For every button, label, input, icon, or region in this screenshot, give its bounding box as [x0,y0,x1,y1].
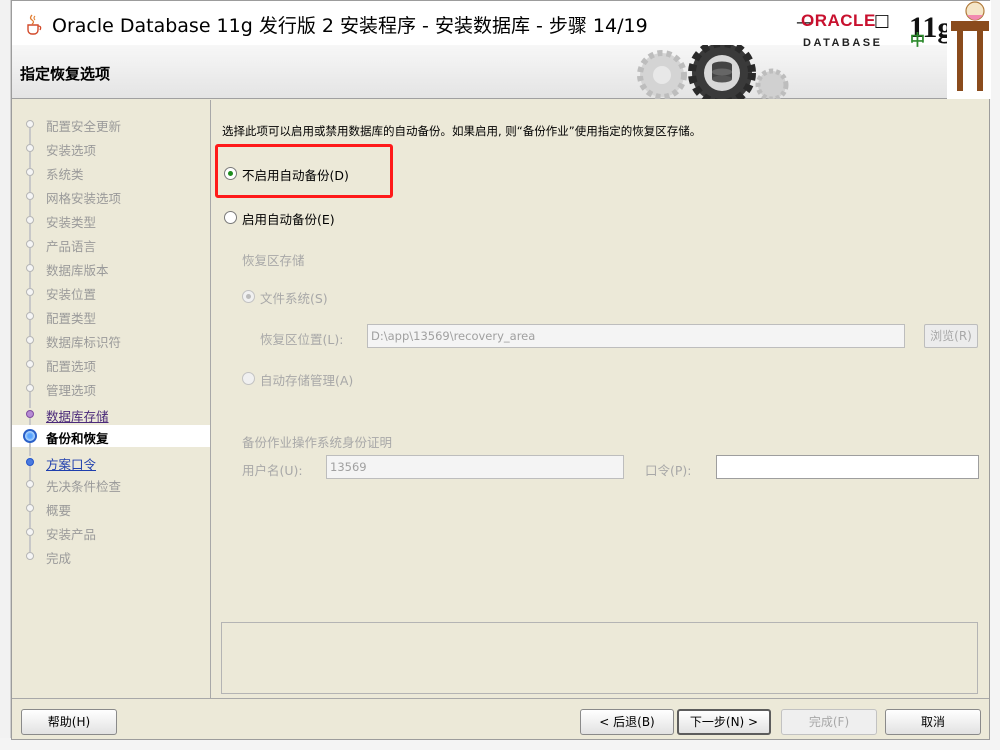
recovery-storage-heading: 恢复区存储 [242,253,305,268]
step-item[interactable]: 配置安全更新 [12,113,210,144]
back-button[interactable]: < 后退(B) [580,709,674,735]
step-dot-icon [26,120,34,128]
step-label: 安装类型 [46,215,97,230]
step-dot-icon [26,410,34,418]
step-dot-icon [26,216,34,224]
password-input[interactable] [716,455,979,479]
step-dot-icon [26,480,34,488]
step-label: 数据库标识符 [46,335,122,350]
step-item[interactable]: 管理选项 [12,377,210,408]
disable-backup-label[interactable]: 不启用自动备份(D) [242,165,349,184]
ime-indicator: 中 [910,31,926,49]
message-area [221,622,978,694]
step-label: 数据库版本 [46,263,109,278]
step-label: 方案口令 [46,457,97,472]
step-item-backup-recovery[interactable]: 备份和恢复 [12,425,210,456]
step-dot-icon [26,288,34,296]
header-banner: 指定恢复选项 [12,45,989,99]
step-item-database-storage[interactable]: 数据库存储 [12,403,210,434]
step-item[interactable]: 配置选项 [12,353,210,384]
step-item[interactable]: 安装位置 [12,281,210,312]
step-dot-icon [26,240,34,248]
file-system-label: 文件系统(S) [260,291,328,306]
step-dot-icon [26,528,34,536]
step-navigator: 配置安全更新 安装选项 系统类 网格安装选项 安装类型 产品语言 数据库版本 安… [12,100,211,698]
step-label: 概要 [46,503,72,518]
step-label: 管理选项 [46,383,97,398]
step-dot-icon [26,458,34,466]
step-dot-icon [26,312,34,320]
step-label: 配置选项 [46,359,97,374]
step-label: 备份和恢复 [46,431,109,446]
credentials-heading: 备份作业操作系统身份证明 [242,435,393,450]
step-label: 配置安全更新 [46,119,122,134]
step-item: 先决条件检查 [12,473,210,504]
next-button[interactable]: 下一步(N) > [677,709,771,735]
step-item[interactable]: 安装类型 [12,209,210,240]
step-item[interactable]: 网格安装选项 [12,185,210,216]
step-label: 安装位置 [46,287,97,302]
step-dot-icon [26,192,34,200]
step-dot-icon [26,264,34,272]
step-label: 产品语言 [46,239,97,254]
username-input[interactable]: 13569 [326,455,624,479]
current-step-icon [23,429,37,443]
step-dot-icon [26,360,34,368]
installer-window: Oracle Database 11g 发行版 2 安装程序 - 安装数据库 -… [11,0,991,740]
asm-label: 自动存储管理(A) [260,373,354,388]
oracle-logo: ORACLE DATABASE [801,11,911,51]
step-item: 概要 [12,497,210,528]
step-label: 系统类 [46,167,84,182]
step-label: 配置类型 [46,311,97,326]
step-item: 完成 [12,545,210,567]
step-label: 安装选项 [46,143,97,158]
java-cup-icon [27,14,42,35]
step-dot-icon [26,168,34,176]
recovery-location-input[interactable]: D:\app\13569\recovery_area [367,324,905,348]
asm-radio[interactable] [242,372,255,385]
step-label: 网格安装选项 [46,191,122,206]
cartoon-sticker-icon [947,1,991,99]
help-button[interactable]: 帮助(H) [21,709,117,735]
password-label: 口令(P): [645,463,692,478]
step-dot-icon [26,384,34,392]
step-item[interactable]: 配置类型 [12,305,210,336]
file-system-radio[interactable] [242,290,255,303]
step-item[interactable]: 安装选项 [12,137,210,168]
step-item: 安装产品 [12,521,210,552]
step-dot-icon [26,336,34,344]
gears-graphic-icon [637,45,789,99]
step-dot-icon [26,552,34,560]
cancel-button[interactable]: 取消 [885,709,981,735]
step-item[interactable]: 产品语言 [12,233,210,264]
finish-button[interactable]: 完成(F) [781,709,877,735]
step-item[interactable]: 数据库版本 [12,257,210,288]
disable-backup-radio[interactable] [224,167,237,180]
step-label: 完成 [46,551,72,566]
button-bar: 帮助(H) < 后退(B) 下一步(N) > 完成(F) 取消 [12,698,989,739]
step-item[interactable]: 数据库标识符 [12,329,210,360]
oracle-wordmark: ORACLE [801,11,876,30]
recovery-location-label: 恢复区位置(L): [260,332,344,347]
window-title: Oracle Database 11g 发行版 2 安装程序 - 安装数据库 -… [52,15,648,37]
desktop-left-edge [0,0,11,750]
step-label: 安装产品 [46,527,97,542]
desktop-right-edge [990,0,1000,750]
step-item[interactable]: 系统类 [12,161,210,192]
step-label: 数据库存储 [46,409,109,424]
step-label: 先决条件检查 [46,479,122,494]
enable-backup-label[interactable]: 启用自动备份(E) [242,209,335,228]
database-wordmark: DATABASE [803,37,883,49]
username-label: 用户名(U): [242,463,303,478]
enable-backup-radio[interactable] [224,211,237,224]
browse-button[interactable]: 浏览(R) [924,324,978,348]
step-dot-icon [26,144,34,152]
step-dot-icon [26,504,34,512]
step-item-schema-passwords[interactable]: 方案口令 [12,451,210,482]
page-title: 指定恢复选项 [20,65,111,83]
content-panel: 选择此项可以启用或禁用数据库的自动备份。如果启用, 则“备份作业”使用指定的恢复… [212,100,989,698]
description-text: 选择此项可以启用或禁用数据库的自动备份。如果启用, 则“备份作业”使用指定的恢复… [222,124,702,138]
